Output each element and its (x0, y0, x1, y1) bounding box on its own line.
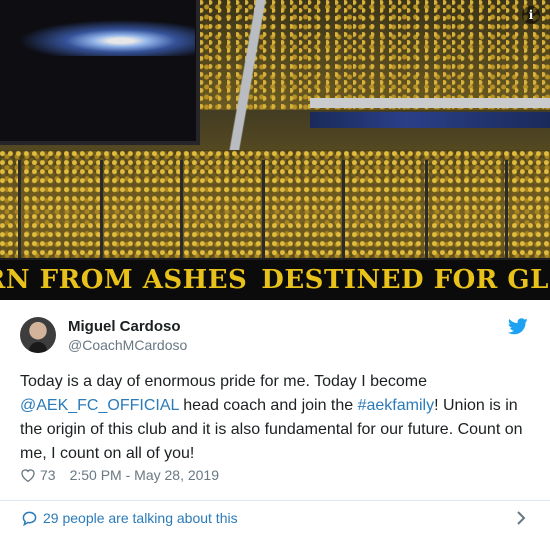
chevron-right-icon[interactable] (516, 511, 526, 525)
author-handle[interactable]: @CoachMCardoso (68, 336, 187, 354)
tweet-author[interactable]: Miguel Cardoso @CoachMCardoso (20, 314, 187, 356)
flag-pole (425, 160, 428, 260)
twitter-bird-icon[interactable] (508, 318, 528, 335)
heart-icon[interactable] (20, 468, 36, 482)
tweet-text-part: Today is a day of enormous pride for me.… (20, 373, 428, 390)
flag-pole (180, 160, 183, 260)
flag-pole (100, 160, 103, 260)
lower-stand-crowd (0, 150, 550, 260)
mention-link[interactable]: @AEK_FC_OFFICIAL (20, 397, 179, 414)
flag-pole (505, 160, 508, 260)
flag-pole (18, 160, 21, 260)
tweet-card: Miguel Cardoso @CoachMCardoso Today is a… (0, 300, 550, 535)
screen-glow (10, 18, 195, 56)
author-names: Miguel Cardoso @CoachMCardoso (68, 317, 187, 354)
info-icon[interactable]: i (522, 6, 540, 24)
tweet-timestamp[interactable]: 2:50 PM - May 28, 2019 (70, 467, 219, 483)
author-display-name[interactable]: Miguel Cardoso (68, 317, 187, 336)
stadium-roof-structure (200, 0, 310, 160)
tweet-text: Today is a day of enormous pride for me.… (20, 370, 535, 466)
stadium-beam (310, 98, 550, 108)
advertising-strip (310, 112, 550, 128)
banner-left-text: BORN FROM ASHES (0, 265, 248, 295)
conversation-label: 29 people are talking about this (43, 510, 238, 526)
like-count[interactable]: 73 (40, 467, 56, 483)
tweet-text-part: head coach and join the (178, 397, 358, 414)
speech-bubble-icon (22, 511, 37, 526)
avatar[interactable] (20, 317, 56, 353)
stadium-video-screen (0, 0, 200, 145)
banner-right-text: DESTINED FOR GLORY (261, 265, 550, 295)
tweet-meta: 73 2:50 PM - May 28, 2019 (20, 467, 219, 483)
fan-banner: BORN FROM ASHES DESTINED FOR GLORY (0, 258, 550, 300)
flag-pole (262, 160, 265, 260)
conversation-link[interactable]: 29 people are talking about this (0, 501, 550, 535)
tweet-photo[interactable]: BORN FROM ASHES DESTINED FOR GLORY i (0, 0, 550, 300)
hashtag-link[interactable]: #aekfamily (358, 397, 434, 414)
flag-pole (342, 160, 345, 260)
